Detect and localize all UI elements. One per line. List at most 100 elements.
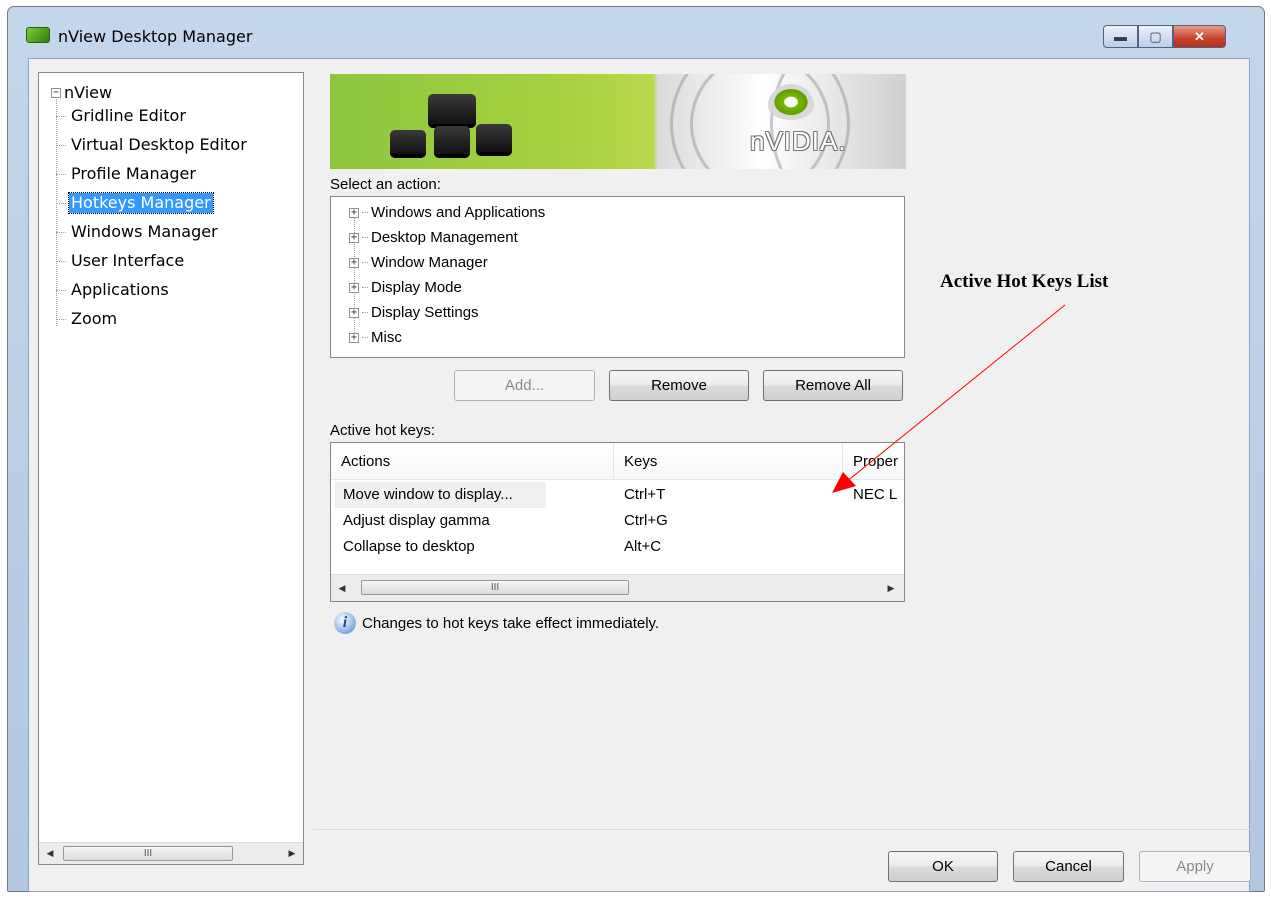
tree-item-profile-manager[interactable]: Profile Manager — [56, 163, 198, 185]
divider — [313, 829, 1251, 830]
expand-icon[interactable]: + — [349, 332, 359, 343]
maximize-button[interactable]: ▢ — [1138, 25, 1173, 48]
action-item-display-mode[interactable]: + Display Mode — [349, 275, 462, 300]
close-button[interactable]: ✕ — [1173, 25, 1226, 48]
info-icon: i — [334, 612, 356, 634]
action-item-display-settings[interactable]: + Display Settings — [349, 300, 479, 325]
select-action-label: Select an action: — [330, 176, 441, 193]
action-item-label[interactable]: Windows and Applications — [371, 204, 545, 221]
scroll-thumb[interactable]: III — [361, 580, 629, 595]
expand-icon[interactable]: + — [349, 282, 359, 293]
expand-icon[interactable]: + — [349, 232, 359, 243]
tree-connector — [362, 212, 368, 213]
keyboard-key-icon — [476, 124, 512, 156]
collapse-icon[interactable]: − — [51, 87, 61, 98]
nav-tree-content: − nView Gridline Editor Virtual Desktop … — [39, 73, 303, 839]
minimize-button[interactable]: ▬ — [1103, 25, 1138, 48]
active-hotkeys-list[interactable]: Actions Keys Proper Move window to displ… — [330, 442, 905, 602]
table-row[interactable]: Adjust display gamma Ctrl+G — [331, 508, 904, 534]
cancel-button[interactable]: Cancel — [1013, 851, 1124, 882]
keys-cell: Ctrl+T — [624, 486, 666, 503]
tree-connector — [56, 144, 66, 146]
action-item-label[interactable]: Desktop Management — [371, 229, 518, 246]
action-cell: Move window to display... — [335, 482, 546, 508]
apply-button[interactable]: Apply — [1139, 851, 1251, 882]
add-button[interactable]: Add... — [454, 370, 595, 401]
nvidia-logo-text: nVIDIA. — [750, 126, 847, 156]
column-header-actions[interactable]: Actions — [331, 443, 614, 480]
keyboard-key-icon — [390, 130, 426, 158]
remove-button[interactable]: Remove — [609, 370, 749, 401]
keys-cell: Ctrl+G — [624, 512, 668, 529]
scroll-left-icon[interactable]: ◀ — [333, 578, 351, 599]
tree-connector — [56, 260, 66, 262]
action-item-label[interactable]: Display Mode — [371, 279, 462, 296]
column-header-properties[interactable]: Proper — [843, 443, 904, 480]
nav-tree[interactable]: − nView Gridline Editor Virtual Desktop … — [38, 72, 304, 865]
tree-item-label[interactable]: Virtual Desktop Editor — [69, 135, 249, 155]
action-item-label[interactable]: Misc — [371, 329, 402, 346]
tree-item-label[interactable]: Applications — [69, 280, 171, 300]
expand-icon[interactable]: + — [349, 257, 359, 268]
tree-horizontal-scrollbar[interactable]: ◀ III ▶ — [39, 842, 303, 864]
tree-connector — [362, 312, 368, 313]
tree-item-label[interactable]: Hotkeys Manager — [68, 192, 214, 214]
tree-connector — [56, 173, 66, 175]
tree-connector — [56, 289, 66, 291]
title-bar[interactable]: nView Desktop Manager ▬ ▢ ✕ — [8, 7, 1264, 61]
tree-item-label[interactable]: Gridline Editor — [69, 106, 188, 126]
scroll-right-icon[interactable]: ▶ — [882, 578, 900, 599]
tree-item-zoom[interactable]: Zoom — [56, 308, 119, 330]
tree-item-applications[interactable]: Applications — [56, 279, 171, 301]
hotkeys-list-header: Actions Keys Proper — [331, 443, 904, 480]
tree-connector — [56, 318, 66, 320]
nvidia-banner-image: nVIDIA. — [330, 74, 906, 169]
tree-connector — [56, 202, 66, 204]
tree-connector — [56, 231, 66, 233]
action-tree[interactable]: + Windows and Applications + Desktop Man… — [330, 196, 905, 358]
tree-item-hotkeys-manager[interactable]: Hotkeys Manager — [56, 192, 214, 214]
tree-item-label[interactable]: Windows Manager — [69, 222, 220, 242]
tree-item-virtual-desktop-editor[interactable]: Virtual Desktop Editor — [56, 134, 249, 156]
tree-item-gridline-editor[interactable]: Gridline Editor — [56, 105, 188, 127]
keyboard-key-icon — [434, 126, 470, 158]
tree-item-label[interactable]: Zoom — [69, 309, 119, 329]
action-item-label[interactable]: Window Manager — [371, 254, 488, 271]
tree-connector — [362, 237, 368, 238]
nvidia-app-icon — [26, 27, 50, 43]
tree-root-nview[interactable]: − nView — [51, 83, 112, 102]
annotation-label: Active Hot Keys List — [940, 271, 1109, 292]
remove-all-button[interactable]: Remove All — [763, 370, 903, 401]
action-cell: Collapse to desktop — [343, 538, 475, 555]
hotkeys-horizontal-scrollbar[interactable]: ◀ III ▶ — [331, 574, 904, 601]
property-cell: NEC L — [853, 486, 898, 503]
app-window: nView Desktop Manager ▬ ▢ ✕ − nView Grid… — [7, 6, 1265, 892]
tree-item-windows-manager[interactable]: Windows Manager — [56, 221, 220, 243]
scroll-right-icon[interactable]: ▶ — [283, 843, 301, 864]
expand-icon[interactable]: + — [349, 307, 359, 318]
tree-item-label[interactable]: User Interface — [69, 251, 186, 271]
action-item-desktop-management[interactable]: + Desktop Management — [349, 225, 518, 250]
nvidia-logo-icon — [768, 84, 814, 120]
tree-item-label[interactable]: Profile Manager — [69, 164, 198, 184]
expand-icon[interactable]: + — [349, 207, 359, 218]
ok-button[interactable]: OK — [888, 851, 998, 882]
action-item-windows-and-applications[interactable]: + Windows and Applications — [349, 200, 545, 225]
action-item-window-manager[interactable]: + Window Manager — [349, 250, 488, 275]
keyboard-key-icon — [428, 94, 476, 128]
table-row[interactable]: Collapse to desktop Alt+C — [331, 534, 904, 560]
table-row[interactable]: Move window to display... Ctrl+T NEC L — [331, 482, 904, 508]
tree-connector — [362, 287, 368, 288]
tree-connector — [362, 337, 368, 338]
action-item-label[interactable]: Display Settings — [371, 304, 479, 321]
scroll-left-icon[interactable]: ◀ — [41, 843, 59, 864]
property-cell — [853, 534, 903, 560]
action-item-misc[interactable]: + Misc — [349, 325, 402, 350]
action-cell: Adjust display gamma — [343, 512, 490, 529]
tree-connector — [56, 115, 66, 117]
scroll-thumb[interactable]: III — [63, 846, 233, 861]
tree-root-label[interactable]: nView — [64, 83, 112, 102]
column-header-keys[interactable]: Keys — [614, 443, 843, 480]
tree-item-user-interface[interactable]: User Interface — [56, 250, 186, 272]
tree-connector — [362, 262, 368, 263]
